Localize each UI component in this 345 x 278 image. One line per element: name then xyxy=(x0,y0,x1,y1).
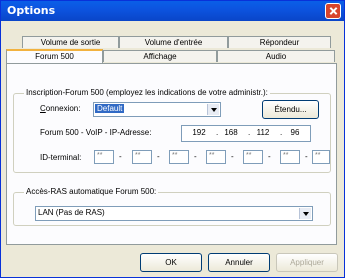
tab-volume-d-entree[interactable]: Volume d'entrée xyxy=(119,36,228,48)
tab-label: Affichage xyxy=(143,52,177,61)
id-terminal-label: ID-terminal: xyxy=(40,153,82,162)
tab-volume-de-sortie[interactable]: Volume de sortie xyxy=(22,36,119,48)
tab-label: Audio xyxy=(265,52,287,61)
ip-octet[interactable]: 96 xyxy=(284,128,306,137)
cancel-button[interactable]: Annuler xyxy=(208,253,270,272)
id-terminal-field[interactable]: ** xyxy=(312,150,330,164)
ras-select[interactable]: LAN (Pas de RAS) xyxy=(35,206,313,221)
apply-button[interactable]: Appliquer xyxy=(276,253,338,272)
ip-octet[interactable]: 168 xyxy=(220,128,242,137)
id-separator: - xyxy=(305,152,308,161)
connexion-value: Default xyxy=(95,104,125,113)
title-bar[interactable]: Options xyxy=(1,1,344,21)
id-separator: - xyxy=(231,152,234,161)
etendu-button[interactable]: Étendu... xyxy=(262,100,319,119)
ip-dot: . xyxy=(248,128,251,137)
connexion-label: Connexion: xyxy=(40,104,81,113)
id-separator: - xyxy=(119,152,122,161)
tab-label: Forum 500 xyxy=(35,52,74,61)
id-terminal-field[interactable]: ** xyxy=(94,150,114,164)
tab-label: Volume d'entrée xyxy=(144,38,203,47)
id-separator: - xyxy=(194,152,197,161)
chevron-down-icon[interactable] xyxy=(207,104,219,115)
chevron-down-icon[interactable] xyxy=(299,208,311,219)
ip-label: Forum 500 - VoIP - IP-Adresse: xyxy=(40,128,152,137)
ip-octet[interactable]: 192 xyxy=(188,128,210,137)
tab-audio[interactable]: Audio xyxy=(217,50,335,62)
inscription-legend: Inscription-Forum 500 (employez les indi… xyxy=(24,88,270,97)
connexion-label-text: onnexion: xyxy=(45,104,81,113)
ip-dot: . xyxy=(216,128,219,137)
ok-button[interactable]: OK xyxy=(140,253,202,272)
window-title: Options xyxy=(7,4,56,17)
ip-dot: . xyxy=(280,128,283,137)
ras-legend: Accès-RAS automatique Forum 500: xyxy=(24,187,159,196)
tab-forum-500[interactable]: Forum 500 xyxy=(6,49,103,63)
ras-value: LAN (Pas de RAS) xyxy=(38,208,105,217)
tab-label: Répondeur xyxy=(259,38,300,47)
ip-octet[interactable]: 112 xyxy=(252,128,274,137)
id-terminal-field[interactable]: ** xyxy=(169,150,189,164)
id-terminal-field[interactable]: ** xyxy=(243,150,263,164)
connexion-select[interactable]: Default xyxy=(93,102,221,117)
id-terminal-field[interactable]: ** xyxy=(132,150,152,164)
id-separator: - xyxy=(157,152,160,161)
ip-address-field[interactable]: 192 . 168 . 112 . 96 xyxy=(181,125,311,142)
close-icon[interactable] xyxy=(325,3,341,19)
tab-label: Volume de sortie xyxy=(40,38,101,47)
tab-repondeur[interactable]: Répondeur xyxy=(228,36,331,48)
tab-affichage[interactable]: Affichage xyxy=(103,50,217,62)
id-terminal-field[interactable]: ** xyxy=(206,150,226,164)
id-separator: - xyxy=(268,152,271,161)
id-terminal-field[interactable]: ** xyxy=(280,150,300,164)
